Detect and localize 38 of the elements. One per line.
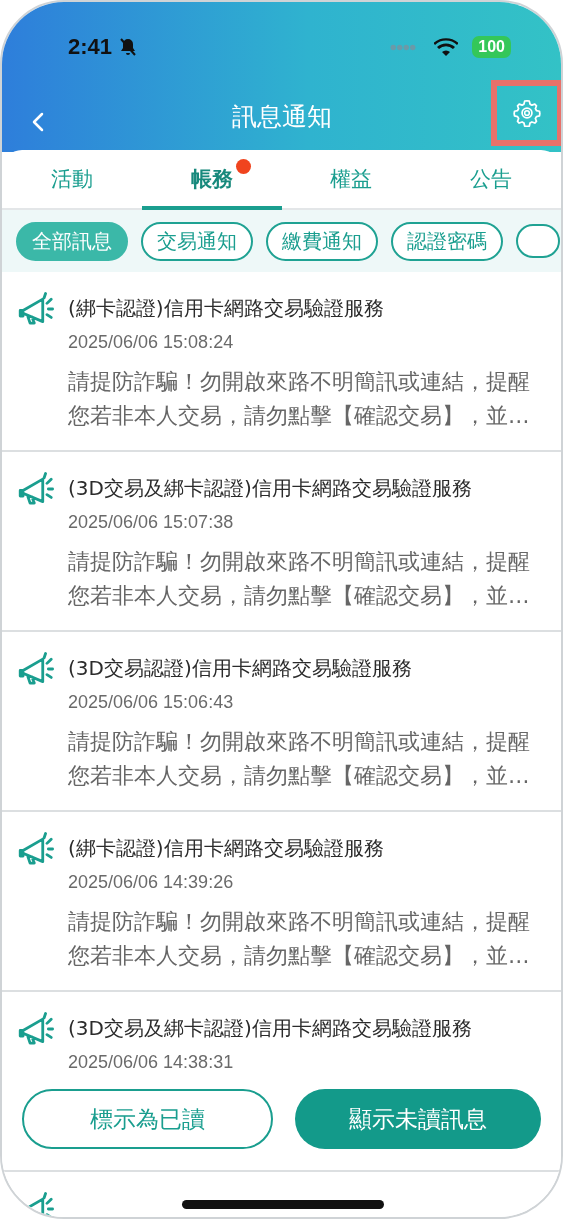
message-time: 2025/06/06 15:06:43 [68, 692, 235, 713]
show-unread-button[interactable]: 顯示未讀訊息 [294, 1089, 541, 1149]
message-title[interactable]: (綁卡認證)信用卡網路交易驗證服務 [68, 832, 538, 864]
tab[interactable]: 權益 [330, 165, 373, 193]
message-time: 2025/06/06 15:07:38 [68, 512, 235, 533]
tab[interactable]: 活動 [50, 165, 93, 193]
battery-level: 100 [472, 36, 511, 58]
signal-icon [390, 42, 417, 52]
tab[interactable]: 帳務 [190, 165, 233, 193]
filter-chip[interactable]: 全部訊息 [16, 221, 128, 261]
megaphone-icon [16, 472, 54, 506]
bell-slash-icon [118, 37, 139, 57]
filter-chip[interactable]: 繳費通知 [266, 221, 378, 261]
filter-chip[interactable]: 交易通知 [141, 221, 253, 261]
back-icon[interactable] [32, 112, 44, 132]
message-title[interactable]: (3D交易認證)信用卡網路交易驗證服務 [68, 652, 538, 684]
megaphone-icon [16, 1012, 54, 1046]
page-title: 訊息通知 [231, 101, 332, 133]
message-title[interactable]: (綁卡認證)信用卡網路交易驗證服務 [68, 292, 538, 324]
message-title[interactable]: (3D交易及綁卡認證)信用卡網路交易驗證服務 [68, 472, 538, 504]
message-title[interactable]: (3D交易及綁卡認證)信用卡網路交易驗證服務 [68, 1012, 538, 1044]
settings-icon[interactable] [513, 99, 541, 127]
megaphone-icon [16, 292, 54, 326]
message-preview: 請提防詐騙！勿開啟來路不明簡訊或連結，提醒您若非本人交易，請勿點擊【確認交易】，並… [68, 908, 531, 970]
filter-chip[interactable] [516, 224, 560, 258]
status-time: 2:41 [68, 34, 113, 60]
message-time: 2025/06/06 15:08:24 [68, 332, 235, 353]
message-time: 2025/06/06 14:38:31 [68, 1052, 235, 1073]
tab[interactable]: 公告 [470, 165, 513, 193]
message-preview: 請提防詐騙！勿開啟來路不明簡訊或連結，提醒您若非本人交易，請勿點擊【確認交易】，並… [68, 368, 531, 430]
message-preview: 請提防詐騙！勿開啟來路不明簡訊或連結，提醒您若非本人交易，請勿點擊【確認交易】，並… [68, 728, 531, 790]
megaphone-icon [16, 652, 54, 686]
filter-chip[interactable]: 認證密碼 [391, 221, 503, 261]
wifi-icon [434, 38, 459, 56]
mark-read-button[interactable]: 標示為已讀 [22, 1089, 273, 1149]
megaphone-icon [16, 832, 54, 866]
message-time: 2025/06/06 14:39:26 [68, 872, 235, 893]
message-preview: 請提防詐騙！勿開啟來路不明簡訊或連結，提醒您若非本人交易，請勿點擊【確認交易】，並… [68, 548, 531, 610]
